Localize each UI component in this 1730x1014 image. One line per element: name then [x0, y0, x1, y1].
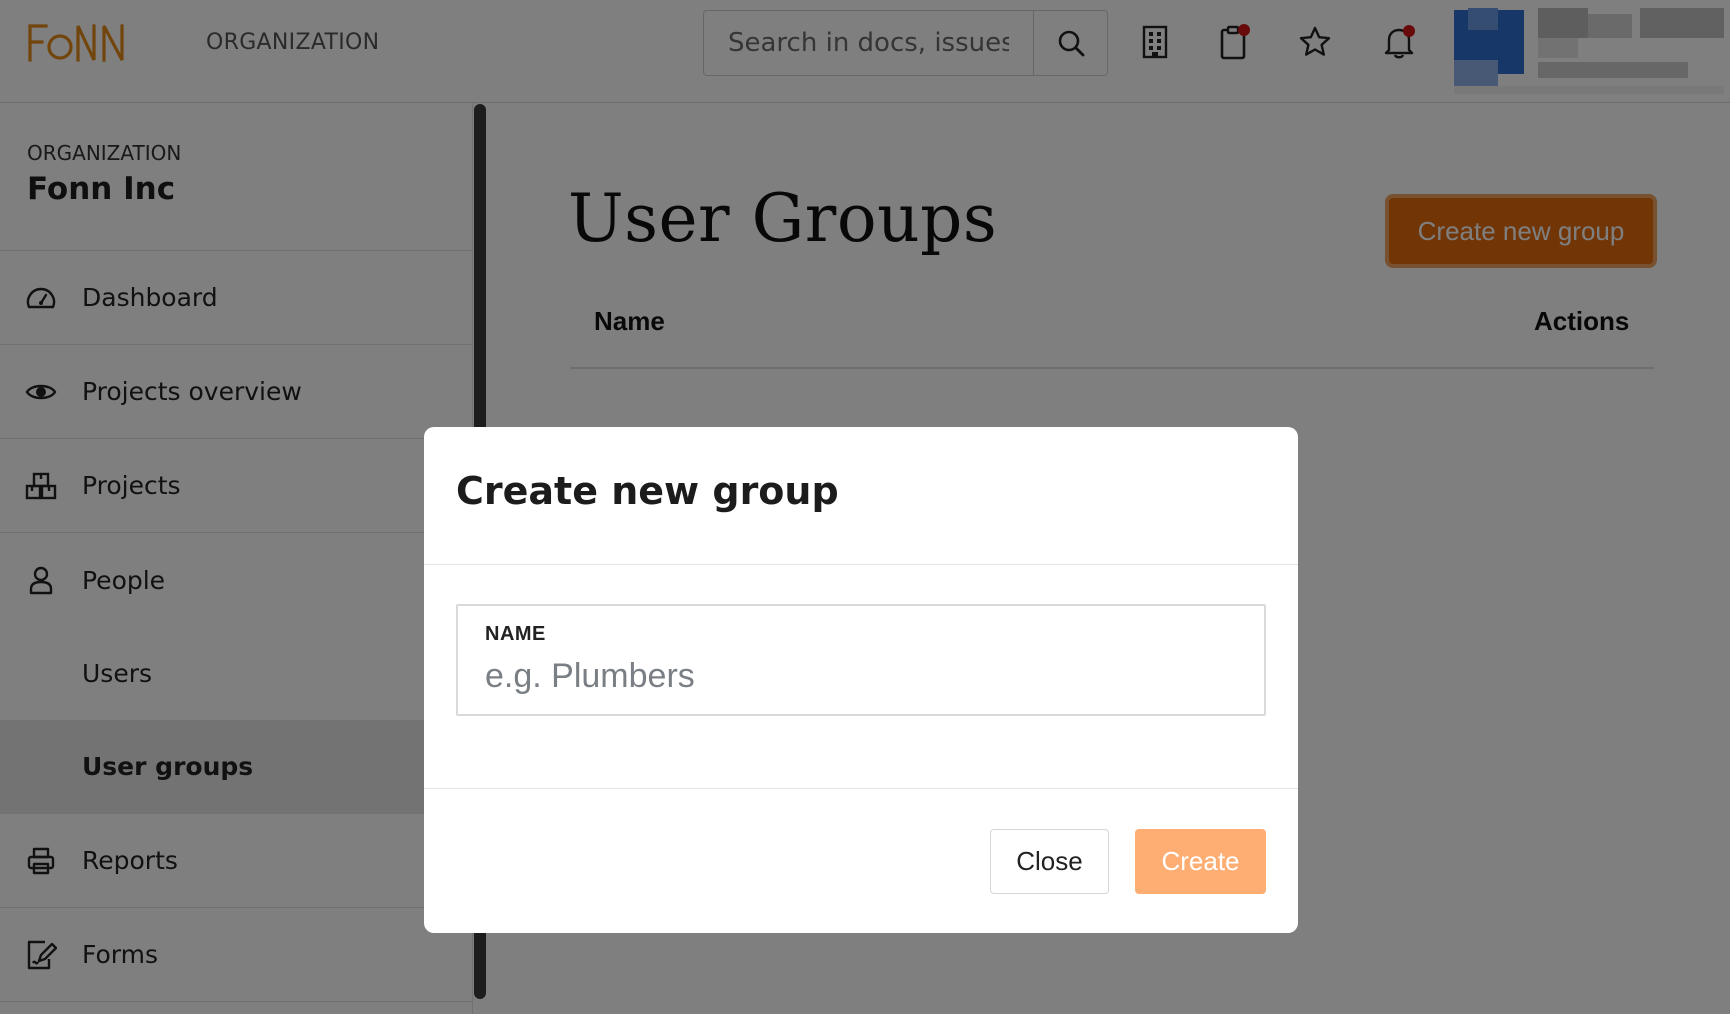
name-field-label: NAME	[485, 623, 546, 645]
close-button[interactable]: Close	[990, 829, 1109, 894]
dialog-divider	[424, 788, 1298, 789]
dialog-divider	[424, 564, 1298, 565]
create-group-dialog: Create new group NAME Close Create	[424, 427, 1298, 933]
group-name-input[interactable]	[485, 652, 1225, 700]
create-button[interactable]: Create	[1135, 829, 1266, 894]
name-field[interactable]: NAME	[456, 604, 1266, 716]
dialog-title: Create new group	[456, 469, 839, 513]
